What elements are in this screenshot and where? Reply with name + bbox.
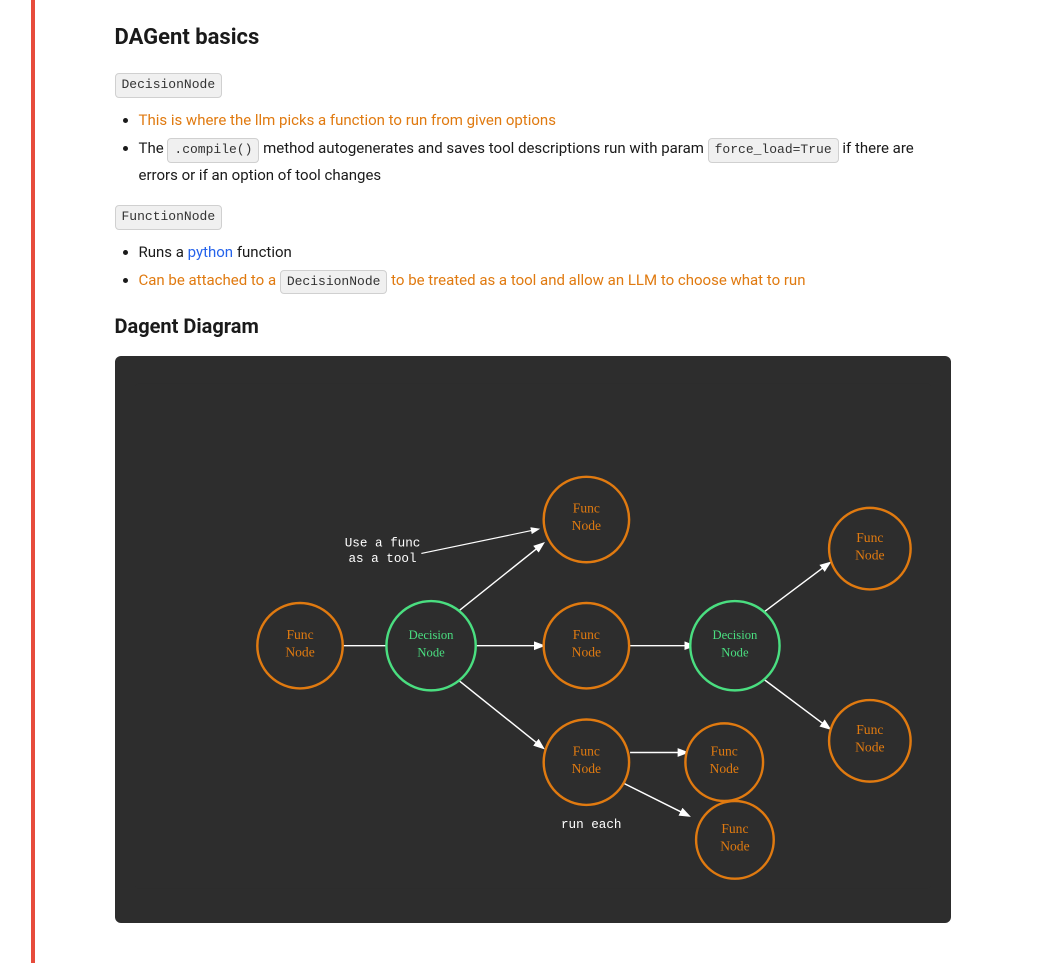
force-load-badge: force_load=True <box>708 138 839 163</box>
bullet4-pre: Can be attached to a <box>139 271 280 289</box>
bullet2-pre: The <box>139 139 168 157</box>
svg-text:Decision: Decision <box>408 628 454 642</box>
function-node-badge-section: FunctionNode <box>115 203 951 230</box>
diagram-container: Use a func as a tool run each Func Node … <box>115 356 951 923</box>
svg-text:Node: Node <box>285 645 314 660</box>
svg-text:Node: Node <box>571 645 600 660</box>
svg-text:run each: run each <box>560 819 621 833</box>
svg-text:Decision: Decision <box>712 628 758 642</box>
bullet3-python: python <box>188 243 233 261</box>
svg-text:Func: Func <box>856 530 883 545</box>
function-node-list: Runs a python function Can be attached t… <box>115 240 951 295</box>
svg-text:Node: Node <box>855 740 884 755</box>
svg-text:Use a func: Use a func <box>344 537 420 551</box>
diagram-svg: Use a func as a tool run each Func Node … <box>135 376 931 896</box>
page-title: DAGent basics <box>115 20 951 55</box>
svg-text:Func: Func <box>572 501 599 516</box>
svg-text:Node: Node <box>720 839 749 854</box>
bullet1-text: This is where the llm picks a function t… <box>139 111 556 129</box>
list-item-1: This is where the llm picks a function t… <box>139 108 951 132</box>
diagram-title: Dagent Diagram <box>115 310 951 342</box>
bullet3-pre: Runs a <box>139 243 188 261</box>
svg-text:Func: Func <box>572 627 599 642</box>
svg-text:Func: Func <box>721 821 748 836</box>
decision-node-inline-badge: DecisionNode <box>280 270 388 295</box>
function-node-badge: FunctionNode <box>115 205 223 230</box>
bullet3-post: function <box>233 243 292 261</box>
svg-text:as a tool: as a tool <box>348 553 416 567</box>
list-item-3: Runs a python function <box>139 240 951 264</box>
svg-text:Node: Node <box>571 519 600 534</box>
svg-text:Node: Node <box>417 646 445 660</box>
decision-node-badge: DecisionNode <box>115 73 223 98</box>
svg-text:Node: Node <box>571 761 600 776</box>
bullet2-mid: method autogenerates and saves tool desc… <box>259 139 707 157</box>
decision-node-badge-section: DecisionNode <box>115 71 951 98</box>
svg-text:Func: Func <box>856 722 883 737</box>
svg-text:Func: Func <box>286 627 313 642</box>
svg-text:Node: Node <box>721 646 749 660</box>
svg-text:Node: Node <box>855 548 884 563</box>
svg-text:Node: Node <box>709 761 738 776</box>
list-item-4: Can be attached to a DecisionNode to be … <box>139 268 951 295</box>
svg-text:Func: Func <box>572 744 599 759</box>
compile-badge: .compile() <box>167 138 259 163</box>
decision-node-list: This is where the llm picks a function t… <box>115 108 951 187</box>
bullet4-post: to be treated as a tool and allow an LLM… <box>387 271 805 289</box>
svg-text:Func: Func <box>710 744 737 759</box>
page-container: DAGent basics DecisionNode This is where… <box>31 0 1011 963</box>
list-item-2: The .compile() method autogenerates and … <box>139 136 951 187</box>
